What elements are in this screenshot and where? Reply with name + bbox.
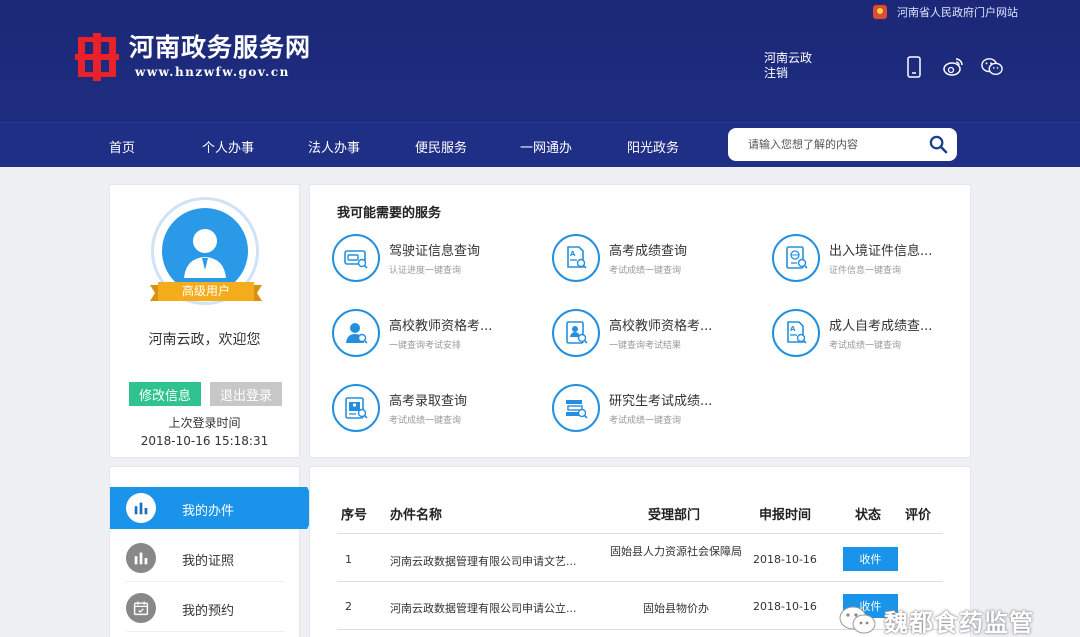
status-badge[interactable]: 收件 xyxy=(843,547,898,571)
user-level-text: 高级用户 xyxy=(181,284,230,298)
license-icon xyxy=(332,234,380,282)
site-title: 河南政务服务网 xyxy=(129,33,312,62)
service-item[interactable]: 出入境证件信息... 证件信息一键查询 xyxy=(772,234,972,284)
table-cell-dept: 固始县人力资源社会保障局 xyxy=(610,545,742,558)
logo-mark-icon xyxy=(75,33,119,81)
bar-chart-icon xyxy=(126,543,156,573)
header-icons xyxy=(903,56,1020,78)
svg-text:A: A xyxy=(570,250,576,258)
table-cell-date: 2018-10-16 xyxy=(753,553,817,566)
svg-text:A: A xyxy=(790,325,796,333)
table-cell-dept: 固始县物价办 xyxy=(643,602,709,615)
table-cell-no: 2 xyxy=(345,600,352,613)
weibo-icon[interactable] xyxy=(942,56,964,78)
table-header-rating: 评价 xyxy=(905,508,932,523)
service-item[interactable]: 研究生考试成绩... 考试成绩一键查询 xyxy=(552,384,752,434)
nav-item-one-network[interactable]: 一网通办 xyxy=(520,137,572,156)
table-cell-name[interactable]: 河南云政数据管理有限公司申请文艺... xyxy=(390,553,577,569)
menu-item-my-appointments[interactable]: 我的预约 xyxy=(110,587,299,629)
user-level-badge: 高级用户 xyxy=(150,281,262,303)
user-info: 河南云政 注销 xyxy=(764,51,812,81)
service-item[interactable]: A 高考成绩查询 考试成绩一键查询 xyxy=(552,234,752,284)
last-login-label: 上次登录时间 xyxy=(168,416,241,430)
service-item[interactable]: 驾驶证信息查询 认证进度一键查询 xyxy=(332,234,532,284)
last-login-time: 2018-10-16 15:18:31 xyxy=(140,434,269,448)
logout-link[interactable]: 注销 xyxy=(764,66,812,81)
nav-item-legal[interactable]: 法人办事 xyxy=(308,137,360,156)
watermark: 魏都食药监管 xyxy=(838,603,1034,637)
table-header-date: 申报时间 xyxy=(759,508,812,523)
table-header-status: 状态 xyxy=(855,508,882,523)
table-header-no: 序号 xyxy=(341,508,368,523)
services-title: 我可能需要的服务 xyxy=(337,206,442,221)
search-input[interactable] xyxy=(748,138,918,151)
watermark-text: 魏都食药监管 xyxy=(884,609,1034,637)
site-header: 河南省人民政府门户网站 河南政务服务网 www.hnzwfw.gov.cn 河南… xyxy=(0,0,1080,122)
services-panel: 我可能需要的服务 驾驶证信息查询 认证进度一键查询 A 高考成绩查询 考试成绩一… xyxy=(309,184,971,458)
profile-card: 高级用户 河南云政，欢迎您 修改信息 退出登录 上次登录时间 2018-10-1… xyxy=(109,184,300,458)
search-icon[interactable] xyxy=(929,135,948,154)
table-cell-date: 2018-10-16 xyxy=(753,600,817,613)
admission-icon xyxy=(332,384,380,432)
edit-info-button[interactable]: 修改信息 xyxy=(129,382,201,406)
search-box xyxy=(728,128,957,161)
wechat-icon[interactable] xyxy=(981,56,1003,78)
bar-chart-icon xyxy=(126,493,156,523)
teacher-icon xyxy=(332,309,380,357)
site-logo[interactable]: 河南政务服务网 www.hnzwfw.gov.cn xyxy=(75,33,311,81)
gov-portal-link-text[interactable]: 河南省人民政府门户网站 xyxy=(897,4,1018,20)
menu-divider xyxy=(126,581,284,582)
menu-item-my-cases[interactable]: 我的办件 xyxy=(110,487,318,529)
menu-item-my-licenses[interactable]: 我的证照 xyxy=(110,537,299,579)
wechat-watermark-icon xyxy=(839,606,876,633)
service-item[interactable]: A 成人自考成绩查... 考试成绩一键查询 xyxy=(772,309,972,359)
table-divider xyxy=(337,533,943,534)
table-divider xyxy=(337,581,943,582)
logout-button[interactable]: 退出登录 xyxy=(210,382,282,406)
nav-item-personal[interactable]: 个人办事 xyxy=(202,137,254,156)
table-header-name: 办件名称 xyxy=(390,508,443,523)
service-item[interactable]: 高考录取查询 考试成绩一键查询 xyxy=(332,384,532,434)
calendar-icon xyxy=(126,593,156,623)
nav-item-sunshine[interactable]: 阳光政务 xyxy=(627,137,679,156)
nav-item-home[interactable]: 首页 xyxy=(109,137,135,156)
site-url: www.hnzwfw.gov.cn xyxy=(135,65,290,79)
service-item[interactable]: 高校教师资格考... 一键查询考试结果 xyxy=(552,309,752,359)
score-doc-icon: A xyxy=(552,234,600,282)
national-emblem-icon xyxy=(873,5,887,19)
table-header-dept: 受理部门 xyxy=(648,508,701,523)
table-cell-name[interactable]: 河南云政数据管理有限公司申请公立... xyxy=(390,600,577,616)
gov-portal-link[interactable]: 河南省人民政府门户网站 xyxy=(873,4,1018,20)
welcome-text: 河南云政，欢迎您 xyxy=(148,332,261,348)
teacher-result-icon xyxy=(552,309,600,357)
adult-exam-icon: A xyxy=(772,309,820,357)
service-item[interactable]: 高校教师资格考... 一键查询考试安排 xyxy=(332,309,532,359)
menu-divider xyxy=(126,631,284,632)
username-link[interactable]: 河南云政 xyxy=(764,51,812,66)
user-menu: 我的办件 我的证照 我的预约 xyxy=(109,466,318,637)
table-cell-no: 1 xyxy=(345,553,352,566)
main-nav: 首页 个人办事 法人办事 便民服务 一网通办 阳光政务 xyxy=(0,122,1080,167)
passport-icon xyxy=(772,234,820,282)
nav-item-convenience[interactable]: 便民服务 xyxy=(415,137,467,156)
mobile-icon[interactable] xyxy=(903,56,925,78)
graduate-icon xyxy=(552,384,600,432)
